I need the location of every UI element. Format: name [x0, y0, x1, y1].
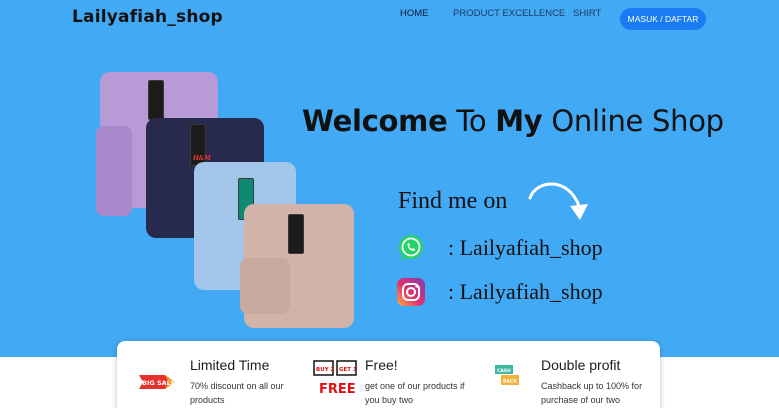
price-tag [148, 80, 164, 120]
get1-label: GET 1 [339, 367, 357, 373]
instagram-contact[interactable]: : Lailyafiah_shop [396, 276, 603, 308]
cashback-icon: CASH BACK [495, 365, 519, 385]
curved-arrow-icon [528, 182, 588, 220]
big-sale-label: BIG SALE [142, 379, 175, 387]
instagram-handle: : Lailyafiah_shop [448, 279, 603, 304]
buy2-get1-free-icon: BUY 2 GET 1 FREE! [313, 360, 357, 397]
whatsapp-icon [399, 235, 423, 261]
cash-label: CASH [497, 368, 511, 374]
feature-description: 70% discount on all our products [190, 381, 284, 405]
nav-home[interactable]: HOME [400, 8, 429, 19]
free-label: FREE! [319, 382, 357, 397]
price-tag: H&M [190, 124, 211, 166]
headline-word: Welcome [302, 104, 448, 138]
sweater-sleeve [96, 126, 132, 216]
nav-shirt[interactable]: SHIRT [573, 8, 601, 19]
sweater-sleeve [240, 258, 290, 314]
back-label: BACK [503, 379, 517, 385]
feature-double-profit: Double profit Cashback up to 100% for pu… [541, 357, 653, 407]
feature-limited-time: Limited Time 70% discount on all our pro… [190, 357, 302, 407]
tag-brand-logo: H&M [193, 155, 211, 162]
feature-free: Free! get one of our products if you buy… [365, 357, 477, 407]
hero-headline: Welcome To My Online Shop [302, 104, 724, 138]
feature-title: Limited Time [190, 357, 270, 373]
headline-word: Online Shop [551, 104, 724, 138]
headline-word: To [456, 104, 487, 138]
find-me-text: Find me on [398, 188, 508, 214]
feature-title: Free! [365, 357, 398, 373]
feature-title: Double profit [541, 357, 621, 373]
whatsapp-contact[interactable]: : Lailyafiah_shop [396, 232, 603, 264]
big-sale-icon: BIG SALE [139, 375, 175, 389]
price-tag [288, 214, 304, 254]
login-register-button[interactable]: MASUK / DAFTAR [620, 8, 706, 30]
instagram-icon [397, 278, 425, 306]
nav-product-excellence[interactable]: PRODUCT EXCELLENCE [453, 8, 565, 19]
brand-logo[interactable]: Lailyafiah_shop [72, 7, 223, 27]
buy2-label: BUY 2 [316, 367, 335, 373]
feature-description: Cashback up to 100% for purchase of our … [541, 381, 643, 405]
features-card: BIG SALE Limited Time 70% discount on al… [117, 341, 660, 408]
headline-word: My [495, 104, 543, 138]
feature-description: get one of our products if you buy two [365, 381, 465, 405]
whatsapp-handle: : Lailyafiah_shop [448, 235, 603, 260]
